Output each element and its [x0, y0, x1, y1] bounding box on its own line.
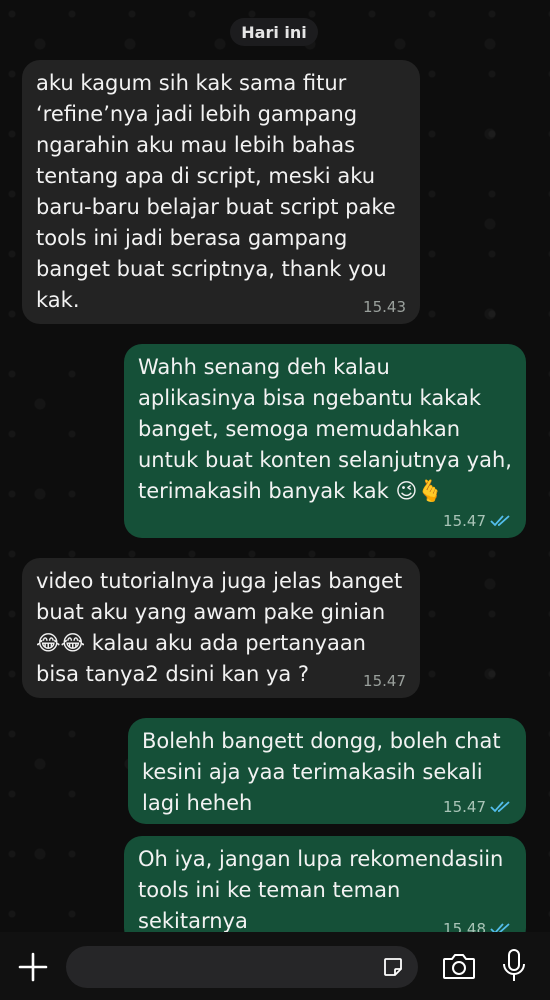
message-text: aku kagum sih kak sama fitur ‘refine’nya…: [36, 71, 396, 312]
double-check-icon: [490, 801, 510, 813]
message-emoji: 😉🫰: [395, 479, 444, 503]
mic-icon[interactable]: [500, 948, 528, 984]
message-input[interactable]: [66, 946, 418, 988]
message-text: Wahh senang deh kalau aplikasinya bisa n…: [138, 352, 512, 507]
date-separator: Hari ini: [230, 18, 318, 46]
message-time: 15.47: [443, 512, 486, 530]
sticker-icon[interactable]: [382, 956, 404, 978]
message-time: 15.47: [443, 798, 486, 816]
message-bubble-outgoing[interactable]: Bolehh bangett dongg, boleh chat kesini …: [128, 718, 526, 824]
message-meta: 15.47: [443, 798, 512, 816]
message-line: bisa tanya2 dsini kan ya ?: [36, 662, 310, 686]
message-bubble-outgoing[interactable]: Wahh senang deh kalau aplikasinya bisa n…: [124, 344, 526, 538]
plus-icon[interactable]: [18, 952, 48, 982]
message-line: kalau aku ada pertanyaan: [91, 631, 366, 655]
message-bubble-incoming[interactable]: aku kagum sih kak sama fitur ‘refine’nya…: [22, 60, 420, 324]
message-meta: 15.43: [363, 298, 406, 316]
message-bubble-incoming[interactable]: video tutorialnya juga jelas banget buat…: [22, 558, 420, 698]
message-time: 15.47: [363, 672, 406, 690]
message-line: buat aku yang awam pake ginian: [36, 600, 386, 624]
composer-bar: [0, 932, 550, 1000]
message-meta: 15.47: [443, 512, 512, 530]
message-emoji: 😂😂: [36, 631, 86, 655]
double-check-icon: [490, 515, 510, 527]
message-meta: 15.47: [363, 672, 406, 690]
message-time: 15.43: [363, 298, 406, 316]
message-body: Wahh senang deh kalau aplikasinya bisa n…: [138, 355, 512, 503]
message-line: video tutorialnya juga jelas banget: [36, 569, 403, 593]
camera-icon[interactable]: [442, 952, 476, 980]
message-bubble-outgoing[interactable]: Oh iya, jangan lupa rekomendasiin tools …: [124, 836, 526, 964]
message-text: video tutorialnya juga jelas banget buat…: [36, 566, 406, 690]
